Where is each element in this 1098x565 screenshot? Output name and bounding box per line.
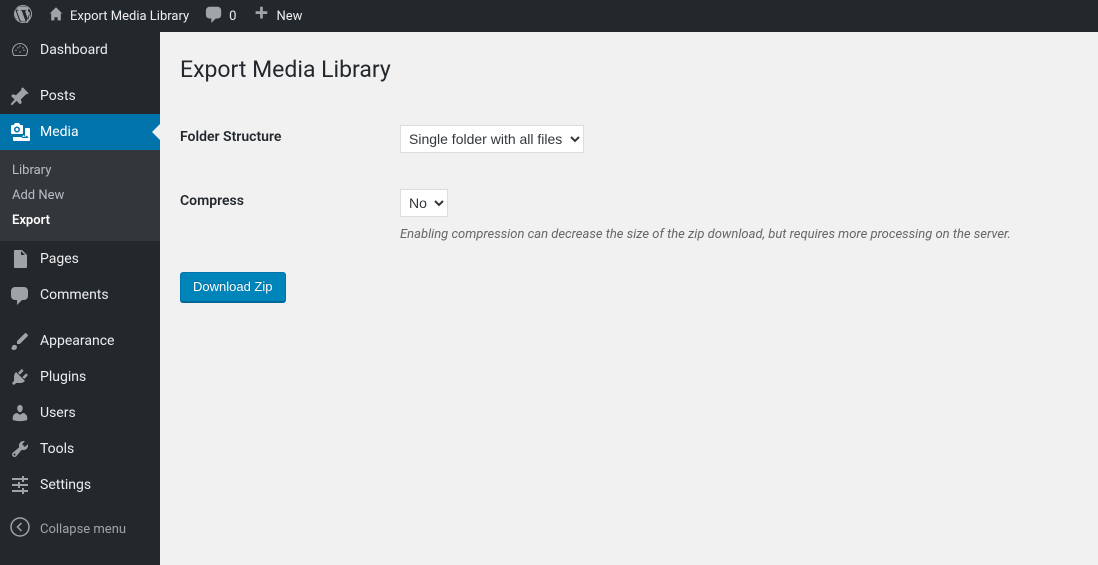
plus-icon [252,5,270,27]
menu-plugins[interactable]: Plugins [0,359,160,395]
collapse-icon [10,517,30,541]
wrench-icon [10,439,30,459]
row-folder-structure: Folder Structure Single folder with all … [180,107,1078,171]
site-title: Export Media Library [70,9,189,24]
compress-label: Compress [180,189,400,209]
submenu-media: Library Add New Export [0,150,160,241]
folder-structure-label: Folder Structure [180,125,400,145]
submenu-export[interactable]: Export [0,208,160,233]
page-icon [10,249,30,269]
menu-label: Comments [40,287,109,303]
download-zip-button[interactable]: Download Zip [180,272,286,302]
folder-structure-select[interactable]: Single folder with all files [400,125,584,153]
plug-icon [10,367,30,387]
collapse-menu[interactable]: Collapse menu [0,509,160,549]
wp-logo-link[interactable] [6,0,40,32]
pin-icon [10,86,30,106]
users-icon [10,403,30,423]
site-home-link[interactable]: Export Media Library [40,0,197,32]
menu-label: Settings [40,477,91,493]
menu-label: Media [40,124,79,140]
page-title: Export Media Library [180,40,1078,95]
menu-media[interactable]: Media [0,114,160,150]
comments-link[interactable]: 0 [197,0,244,32]
dashboard-icon [10,40,30,60]
menu-dashboard[interactable]: Dashboard [0,32,160,68]
submenu-add-new[interactable]: Add New [0,183,160,208]
submenu-library[interactable]: Library [0,158,160,183]
menu-appearance[interactable]: Appearance [0,323,160,359]
menu-pages[interactable]: Pages [0,241,160,277]
menu-label: Tools [40,441,74,457]
menu-label: Plugins [40,369,86,385]
comments-icon [10,285,30,305]
menu-label: Pages [40,251,79,267]
comments-count: 0 [229,9,236,24]
new-label: New [276,9,302,24]
menu-tools[interactable]: Tools [0,431,160,467]
main-content: Export Media Library Folder Structure Si… [160,32,1098,342]
media-icon [10,122,30,142]
menu-label: Users [40,405,76,421]
collapse-label: Collapse menu [40,522,126,537]
comment-icon [205,5,223,27]
wordpress-logo-icon [14,5,32,27]
row-compress: Compress No Enabling compression can dec… [180,171,1078,260]
admin-bar: Export Media Library 0 New [0,0,1098,32]
compress-description: Enabling compression can decrease the si… [400,227,1078,242]
menu-label: Appearance [40,333,114,349]
compress-select[interactable]: No [400,189,448,217]
brush-icon [10,331,30,351]
menu-settings[interactable]: Settings [0,467,160,503]
home-icon [48,6,64,26]
menu-label: Posts [40,88,76,104]
menu-posts[interactable]: Posts [0,78,160,114]
menu-users[interactable]: Users [0,395,160,431]
menu-label: Dashboard [40,42,108,58]
admin-sidebar: Dashboard Posts Media Library Add New Ex… [0,32,160,565]
new-content-link[interactable]: New [244,0,310,32]
export-form: Folder Structure Single folder with all … [180,107,1078,302]
sliders-icon [10,475,30,495]
menu-comments[interactable]: Comments [0,277,160,313]
